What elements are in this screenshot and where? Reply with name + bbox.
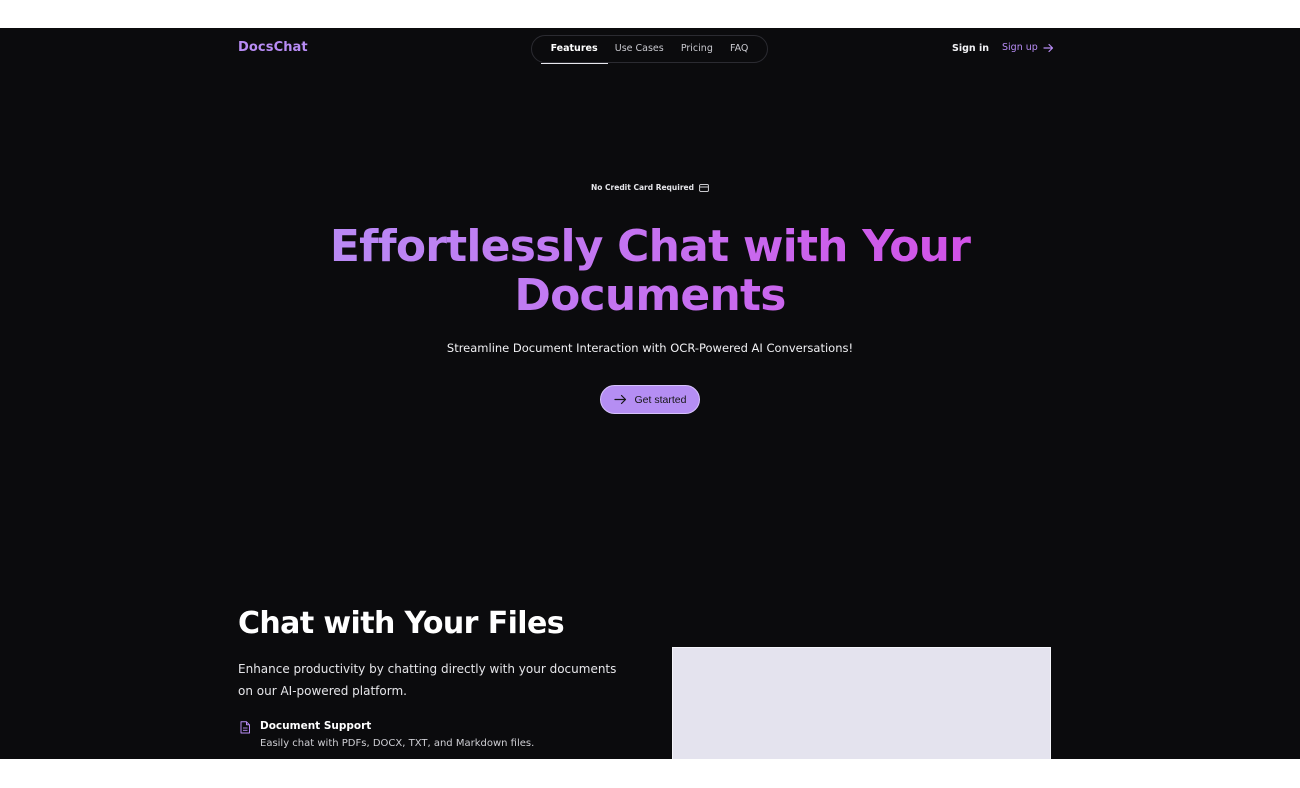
sign-up-link[interactable]: Sign up — [1002, 42, 1054, 53]
hero-title-line-1: Effortlessly Chat with Your — [329, 221, 971, 272]
arrow-right-icon — [613, 394, 626, 405]
nav-item-faq[interactable]: FAQ — [726, 35, 752, 63]
nav-item-use-cases[interactable]: Use Cases — [611, 35, 668, 63]
get-started-button[interactable]: Get started — [600, 385, 700, 414]
sign-in-link[interactable]: Sign in — [952, 43, 989, 54]
document-icon — [240, 721, 250, 734]
nav-item-pricing[interactable]: Pricing — [677, 35, 717, 63]
feature-description: Easily chat with PDFs, DOCX, TXT, and Ma… — [260, 738, 535, 749]
get-started-label: Get started — [634, 393, 687, 406]
section-title: Chat with Your Files — [238, 606, 565, 641]
hero-subtitle: Streamline Document Interaction with OCR… — [446, 341, 854, 355]
feature-title: Document Support — [260, 720, 372, 732]
credit-card-icon — [699, 183, 709, 192]
arrow-right-icon — [1043, 43, 1053, 52]
no-credit-card-badge: No Credit Card Required — [0, 183, 1300, 192]
section-description: Enhance productivity by chatting directl… — [238, 662, 617, 698]
hero-title: Effortlessly Chat with Your Documents — [300, 222, 1000, 320]
hero-title-line-2: Documents — [514, 270, 786, 321]
badge-text: No Credit Card Required — [590, 183, 694, 192]
brand-logo[interactable]: DocsChat — [238, 40, 308, 55]
page-viewport: DocsChat Features Use Cases Pricing FAQ … — [0, 28, 1300, 759]
sign-up-label: Sign up — [1002, 42, 1038, 53]
main-nav: Features Use Cases Pricing FAQ — [531, 35, 768, 64]
feature-preview-image — [672, 647, 1051, 759]
nav-item-features[interactable]: Features — [540, 35, 608, 64]
